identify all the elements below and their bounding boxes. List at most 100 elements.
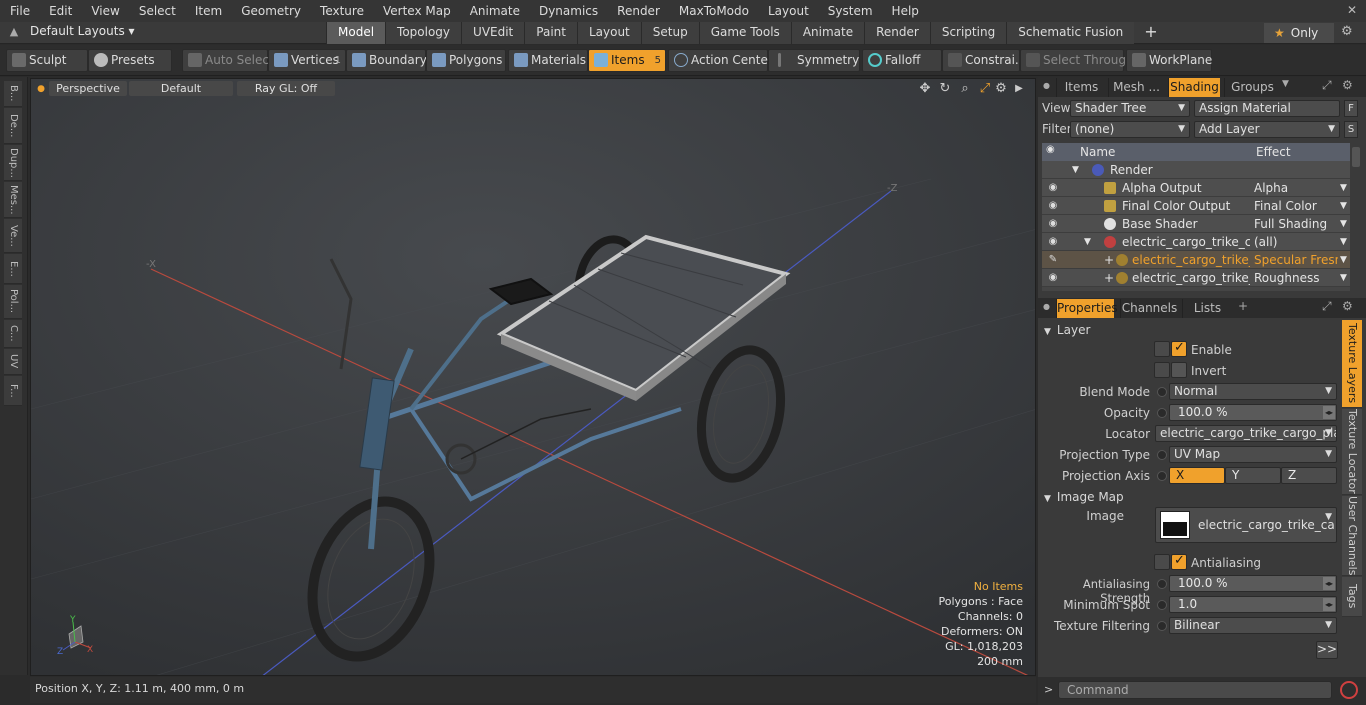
presets-button[interactable]: Presets	[88, 49, 172, 72]
workplane-button[interactable]: WorkPlane	[1126, 49, 1212, 72]
left-tab-polygon[interactable]: Pol...	[4, 285, 22, 319]
add-layer-dropdown[interactable]: Add Layer ▼	[1194, 121, 1340, 138]
panel-maximize-icon[interactable]: ⤢	[1322, 299, 1332, 314]
expand-arrow-icon[interactable]: ▶	[1011, 81, 1027, 97]
3d-viewport[interactable]: -X -Z X Y Z ● Perspective Default Ray GL…	[30, 78, 1036, 676]
viewport-gear-icon[interactable]: ⚙	[993, 81, 1009, 97]
tex-filter-anim-dot[interactable]	[1157, 621, 1167, 631]
view-dropdown[interactable]: Shader Tree ▼	[1070, 100, 1190, 117]
menu-geometry[interactable]: Geometry	[231, 0, 310, 22]
auto-select-button[interactable]: Auto Select	[182, 49, 274, 72]
min-spot-field[interactable]: 1.0 ◂▸	[1169, 596, 1337, 613]
spinner-icon[interactable]: ◂▸	[1323, 577, 1335, 590]
tree-row-effect[interactable]: (all)	[1254, 233, 1338, 251]
raygl-toggle[interactable]: Ray GL: Off	[237, 81, 335, 96]
axis-x-button[interactable]: X	[1169, 467, 1225, 484]
shader-tree[interactable]: ◉ Name Effect ▼ Render ◉ Alpha Output Al…	[1042, 143, 1352, 291]
left-tab-mesh-edit[interactable]: Mes...	[4, 182, 22, 218]
projection-type-anim-dot[interactable]	[1157, 450, 1167, 460]
menu-render[interactable]: Render	[607, 0, 669, 22]
viewport-dot-icon[interactable]: ●	[33, 81, 49, 97]
menu-file[interactable]: File	[0, 0, 39, 22]
tab-mesh[interactable]: Mesh ...	[1108, 78, 1164, 97]
tab-lists[interactable]: Lists	[1182, 299, 1232, 318]
left-tab-basic[interactable]: B...	[4, 81, 22, 107]
visibility-eye-icon[interactable]: ◉	[1046, 233, 1060, 251]
layer-section-header[interactable]: ▼ Layer	[1044, 321, 1336, 339]
tree-row-roughness[interactable]: ◉ + electric_cargo_trike_c... Roughness …	[1042, 269, 1352, 287]
visibility-eye-icon[interactable]: ◉	[1046, 215, 1060, 233]
panel-gear-icon[interactable]: ⚙	[1342, 78, 1353, 92]
pan-icon[interactable]: ✥	[917, 81, 933, 97]
expand-plus-icon[interactable]: +	[1104, 269, 1114, 287]
tab-properties[interactable]: Properties	[1056, 299, 1118, 318]
menu-dynamics[interactable]: Dynamics	[529, 0, 607, 22]
blend-mode-dropdown[interactable]: Normal ▼	[1169, 383, 1337, 400]
layout-home-icon[interactable]: ▲	[6, 25, 22, 41]
shading-dropdown[interactable]: Default	[129, 81, 233, 96]
left-tab-curve[interactable]: C...	[4, 320, 22, 348]
layout-selector[interactable]: Default Layouts ▾	[30, 24, 135, 38]
tree-row-final-color[interactable]: ◉ Final Color Output Final Color ▼	[1042, 197, 1352, 215]
tab-groups[interactable]: Groups	[1224, 78, 1280, 97]
chevron-down-icon[interactable]: ▼	[1340, 197, 1347, 215]
view-mode-dropdown[interactable]: Perspective	[49, 81, 127, 96]
effect-column-header[interactable]: Effect	[1256, 145, 1291, 159]
antialiasing-checkbox[interactable]	[1171, 553, 1187, 570]
action-center-button[interactable]: Action Center	[668, 49, 773, 72]
visibility-eye-icon[interactable]: ◉	[1046, 269, 1060, 287]
tree-row-render[interactable]: ▼ Render	[1042, 161, 1352, 179]
expand-icon[interactable]: ▼	[1084, 233, 1091, 251]
image-map-section-header[interactable]: ▼ Image Map	[1044, 488, 1336, 506]
tab-items[interactable]: Items	[1056, 78, 1106, 97]
menu-edit[interactable]: Edit	[39, 0, 81, 22]
left-tab-fusion[interactable]: F...	[4, 376, 22, 406]
tab-layout[interactable]: Layout	[576, 22, 641, 44]
polygons-button[interactable]: Polygons	[426, 49, 506, 72]
min-spot-anim-dot[interactable]	[1157, 600, 1167, 610]
filter-dropdown[interactable]: (none) ▼	[1070, 121, 1190, 138]
tab-model[interactable]: Model	[326, 22, 386, 44]
chevron-down-icon[interactable]: ▼	[1340, 215, 1347, 233]
tab-topology[interactable]: Topology	[385, 22, 462, 44]
panel-maximize-icon[interactable]: ⤢	[1322, 78, 1332, 93]
items-button[interactable]: Items 5	[588, 49, 666, 72]
projection-axis-anim-dot[interactable]	[1157, 471, 1167, 481]
left-tab-vertex[interactable]: Ve...	[4, 219, 22, 253]
materials-button[interactable]: Materials	[508, 49, 588, 72]
locator-dropdown[interactable]: electric_cargo_trike_cargo_plat...▼	[1155, 425, 1337, 442]
expand-plus-icon[interactable]: +	[1104, 251, 1114, 269]
tab-animate[interactable]: Animate	[790, 22, 865, 44]
tree-row-specular-fresnel[interactable]: ✎ + electric_cargo_trike_c... Specular F…	[1042, 251, 1352, 269]
menu-layout[interactable]: Layout	[758, 0, 818, 22]
left-tab-duplicate[interactable]: Dup...	[4, 145, 22, 181]
assign-material-button[interactable]: Assign Material	[1194, 100, 1340, 117]
only-button[interactable]: ★ Only	[1264, 23, 1334, 43]
menu-maxtomodo[interactable]: MaxToModo	[669, 0, 758, 22]
tab-paint[interactable]: Paint	[524, 22, 577, 44]
tree-row-alpha-output[interactable]: ◉ Alpha Output Alpha ▼	[1042, 179, 1352, 197]
zoom-icon[interactable]: ⌕	[957, 81, 973, 97]
select-through-button[interactable]: Select Through	[1020, 49, 1134, 72]
boundary-button[interactable]: Boundary	[346, 49, 427, 72]
tex-filter-dropdown[interactable]: Bilinear ▼	[1169, 617, 1337, 634]
side-tab-tags[interactable]: Tags	[1342, 577, 1362, 617]
aa-strength-field[interactable]: 100.0 % ◂▸	[1169, 575, 1337, 592]
spinner-icon[interactable]: ◂▸	[1323, 598, 1335, 611]
record-icon[interactable]	[1340, 681, 1358, 699]
tree-row-effect[interactable]: Full Shading	[1254, 215, 1338, 233]
paint-brush-icon[interactable]: ✎	[1046, 251, 1060, 269]
panel-dot-icon[interactable]: ●	[1043, 302, 1050, 311]
opacity-anim-dot[interactable]	[1157, 408, 1167, 418]
tab-game-tools[interactable]: Game Tools	[698, 22, 791, 44]
menu-system[interactable]: System	[818, 0, 882, 22]
projection-type-dropdown[interactable]: UV Map ▼	[1169, 446, 1337, 463]
sculpt-button[interactable]: Sculpt	[6, 49, 88, 72]
expand-icon[interactable]: ▼	[1072, 161, 1079, 179]
name-column-header[interactable]: Name	[1080, 145, 1115, 159]
more-button[interactable]: >>	[1316, 641, 1338, 659]
left-tab-deform[interactable]: De...	[4, 108, 22, 144]
panel-dot-icon[interactable]: ●	[1043, 81, 1050, 90]
opacity-field[interactable]: 100.0 % ◂▸	[1169, 404, 1337, 421]
tree-row-effect[interactable]: Specular Fresnel	[1254, 251, 1338, 269]
